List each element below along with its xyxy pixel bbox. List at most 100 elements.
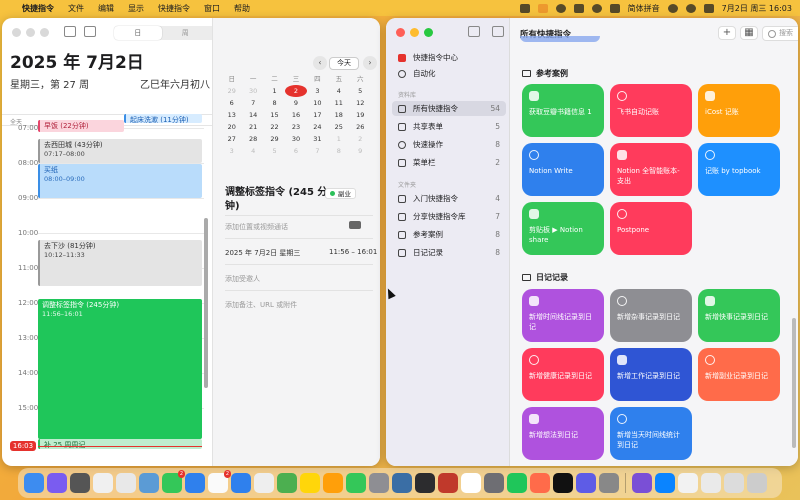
event-wake-up[interactable]: 起床洗漱 (11分钟)	[124, 114, 202, 123]
mini-calendar-day[interactable]: 23	[285, 121, 306, 133]
shortcuts-scrollbar[interactable]	[792, 318, 796, 448]
zoom-button[interactable]	[40, 28, 49, 37]
shortcut-tile[interactable]: 飞书自动记账	[610, 84, 692, 137]
mini-calendar-day[interactable]: 26	[350, 121, 371, 133]
sidebar-folder-starter[interactable]: 入门快捷指令 4	[392, 191, 506, 206]
tab-week[interactable]: 周	[162, 26, 210, 40]
mini-calendar-day[interactable]: 24	[307, 121, 328, 133]
app-icon[interactable]	[530, 473, 550, 493]
sidebar-folder-reference[interactable]: 参考案例 8	[392, 227, 506, 242]
mini-calendar-day[interactable]: 4	[242, 145, 263, 157]
sidebar-item-automation[interactable]: 自动化	[392, 66, 506, 81]
wechat-icon[interactable]	[346, 473, 366, 493]
mini-calendar-day[interactable]: 2	[285, 85, 307, 97]
shortcut-tile[interactable]: 新增健康记录到日记	[522, 348, 604, 401]
mini-calendar-day[interactable]: 5	[350, 85, 371, 97]
shortcut-tile[interactable]: 新增当天时间线统计到日记	[610, 407, 692, 460]
minimize-button[interactable]	[26, 28, 35, 37]
record-icon[interactable]	[591, 3, 602, 13]
shortcut-tile[interactable]: 新增想法到日记	[522, 407, 604, 460]
event-breakfast[interactable]: 早饭 (22分钟)	[38, 120, 124, 132]
shortcut-tile[interactable]: 获取豆瓣书籍信息 1	[522, 84, 604, 137]
calendar-list-icon[interactable]	[64, 26, 76, 37]
mini-calendar-day[interactable]: 27	[221, 133, 242, 145]
mini-calendar-day[interactable]: 28	[242, 133, 263, 145]
sidebar-item-quick-actions[interactable]: 快速操作 8	[392, 137, 506, 152]
sidebar-item-menu-bar[interactable]: 菜单栏 2	[392, 155, 506, 170]
photos-icon[interactable]	[254, 473, 274, 493]
shortcut-tile[interactable]: 新增工作记录到日记	[610, 348, 692, 401]
mini-calendar-day[interactable]: 8	[328, 145, 349, 157]
mini-calendar-day[interactable]: 13	[221, 109, 242, 121]
mini-calendar-day[interactable]: 8	[264, 97, 285, 109]
menu-window[interactable]: 窗口	[204, 3, 220, 14]
textedit-icon[interactable]	[678, 473, 698, 493]
input-method[interactable]: 简体拼音	[628, 3, 660, 14]
prev-arrow-icon[interactable]: ‹	[313, 56, 327, 70]
notes-icon[interactable]	[300, 473, 320, 493]
shortcut-tile[interactable]: iCost 记账	[698, 84, 780, 137]
event-weekly-note[interactable]: 补 25 周周记	[38, 439, 202, 449]
sidebar-item-gallery[interactable]: 快捷指令中心	[392, 50, 506, 65]
next-arrow-icon[interactable]: ›	[363, 56, 377, 70]
shortcut-tile[interactable]: 新增时间线记录到日记	[522, 289, 604, 342]
shortcut-tile[interactable]: 记账 by topbook	[698, 143, 780, 196]
mini-calendar-day[interactable]: 3	[307, 85, 328, 97]
zoom-button[interactable]	[424, 28, 433, 37]
mini-calendar-day[interactable]: 19	[350, 109, 371, 121]
mini-calendar-day[interactable]: 9	[350, 145, 371, 157]
day-view-scrollbar[interactable]	[204, 218, 208, 388]
mini-calendar-day[interactable]: 12	[350, 97, 371, 109]
mini-calendar-day[interactable]: 5	[264, 145, 285, 157]
apps-grid-icon[interactable]	[93, 473, 113, 493]
mini-calendar-day[interactable]: 10	[307, 97, 328, 109]
mini-calendar-day[interactable]: 11	[328, 97, 349, 109]
mini-calendar-day[interactable]: 31	[307, 133, 328, 145]
terminal-icon[interactable]	[415, 473, 435, 493]
event-date[interactable]: 2025 年 7月2日 星期三	[225, 248, 300, 258]
menu-help[interactable]: 帮助	[234, 3, 250, 14]
maps-icon[interactable]	[277, 473, 297, 493]
books-icon[interactable]	[438, 473, 458, 493]
notes-field[interactable]: 添加备注、URL 或附件	[225, 300, 297, 310]
mini-calendar-day[interactable]: 29	[264, 133, 285, 145]
sidebar-item-share-sheet[interactable]: 共享表单 5	[392, 119, 506, 134]
sync-icon[interactable]	[555, 3, 566, 13]
event-adjust-tag-shortcut[interactable]: 调整标签指令 (245分钟) 11:56–16:01	[38, 299, 202, 439]
downloads-icon[interactable]	[724, 473, 744, 493]
app-icon[interactable]	[576, 473, 596, 493]
location-field[interactable]: 添加位置或视频通话	[225, 222, 288, 232]
calendar-app-icon[interactable]	[116, 473, 136, 493]
battery-icon[interactable]	[609, 3, 620, 13]
event-go-xiasha[interactable]: 去下沙 (81分钟) 10:12–11:33	[38, 240, 202, 286]
menubar-clock[interactable]: 7月2日 周三 16:03	[722, 3, 792, 14]
sidebar-folder-share-library[interactable]: 分享快捷指令库 7	[392, 209, 506, 224]
mini-calendar-day[interactable]: 7	[307, 145, 328, 157]
cat-icon[interactable]	[519, 3, 530, 13]
event-go-xitian[interactable]: 去西田城 (43分钟) 07:17–08:00	[38, 139, 202, 163]
sidebar-folder-diary[interactable]: 日记记录 8	[392, 245, 506, 260]
mini-calendar-day[interactable]: 2	[350, 133, 371, 145]
section-reference[interactable]: 参考案例	[522, 68, 568, 79]
close-button[interactable]	[396, 28, 405, 37]
mini-calendar-day[interactable]: 15	[264, 109, 285, 121]
shortcut-app-icon[interactable]	[507, 473, 527, 493]
add-shortcut-button[interactable]: +	[718, 26, 736, 40]
app-icon[interactable]	[484, 473, 504, 493]
calendar-tag[interactable]: 副业	[325, 188, 356, 199]
menu-shortcuts[interactable]: 快捷指令	[158, 3, 190, 14]
mini-calendar-day[interactable]: 22	[264, 121, 285, 133]
notion-icon[interactable]	[461, 473, 481, 493]
document-icon[interactable]	[701, 473, 721, 493]
app-icon[interactable]	[553, 473, 573, 493]
close-button[interactable]	[12, 28, 21, 37]
search-input[interactable]: 搜索	[762, 26, 798, 41]
mini-calendar-day[interactable]: 25	[328, 121, 349, 133]
shortcut-tile[interactable]: 新增副业记录到日记	[698, 348, 780, 401]
shortcut-tile[interactable]: 新增杂事记录到日记	[610, 289, 692, 342]
control-center-icon[interactable]	[703, 3, 714, 13]
messages-icon[interactable]: 2	[162, 470, 185, 493]
mini-calendar-day[interactable]: 29	[221, 85, 242, 97]
video-camera-icon[interactable]	[349, 221, 361, 229]
mini-calendar-day[interactable]: 6	[221, 97, 242, 109]
